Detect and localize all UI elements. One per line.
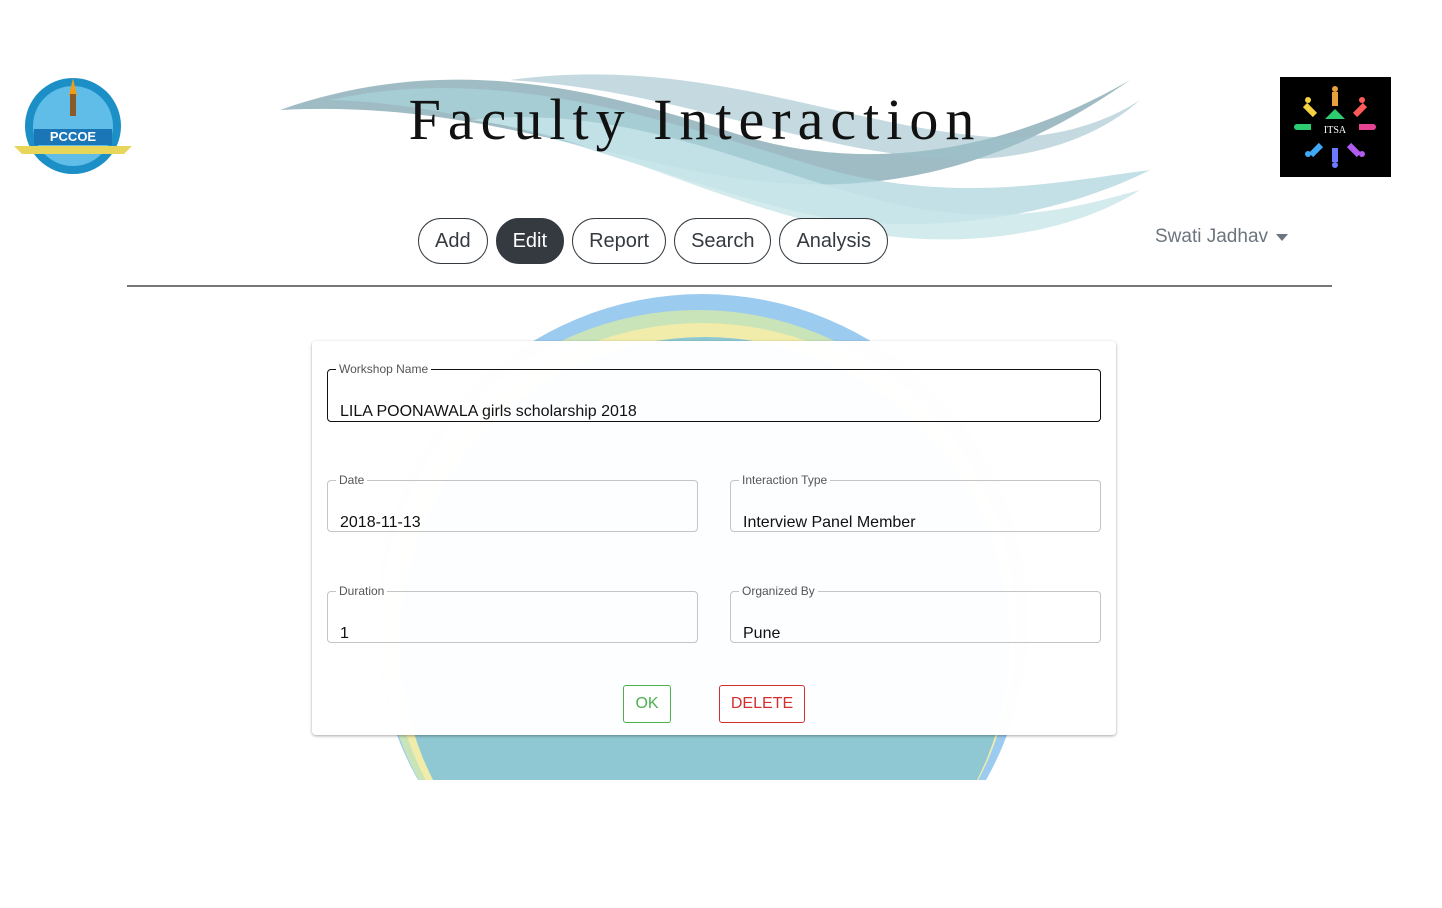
nav-add-button[interactable]: Add xyxy=(418,218,488,264)
duration-label: Duration xyxy=(339,584,385,598)
ok-button[interactable]: OK xyxy=(623,685,671,723)
organized-by-value: Pune xyxy=(743,625,781,642)
duration-field[interactable]: Duration 1 xyxy=(327,584,698,643)
date-field[interactable]: Date 2018-11-13 xyxy=(327,473,698,532)
workshop-name-label: Workshop Name xyxy=(339,362,429,376)
interaction-type-label: Interaction Type xyxy=(742,473,828,487)
main-nav: Add Edit Report Search Analysis xyxy=(418,218,888,264)
workshop-name-value: LILA POONAWALA girls scholarship 2018 xyxy=(340,403,637,420)
page-title: Faculty Interaction xyxy=(408,87,982,152)
date-label: Date xyxy=(339,473,365,487)
header-divider xyxy=(127,285,1332,287)
duration-value: 1 xyxy=(340,625,349,642)
nav-analysis-button[interactable]: Analysis xyxy=(779,218,888,264)
user-menu-dropdown[interactable]: Swati Jadhav xyxy=(1155,226,1289,248)
interaction-type-value: Interview Panel Member xyxy=(743,514,916,531)
workshop-name-field[interactable]: Workshop Name LILA POONAWALA girls schol… xyxy=(327,362,1101,422)
nav-report-button[interactable]: Report xyxy=(572,218,667,264)
organized-by-field[interactable]: Organized By Pune xyxy=(730,584,1101,643)
nav-edit-button[interactable]: Edit xyxy=(495,218,565,264)
organized-by-label: Organized By xyxy=(742,584,815,598)
nav-search-button[interactable]: Search xyxy=(674,218,772,264)
interaction-type-field[interactable]: Interaction Type Interview Panel Member xyxy=(730,473,1101,532)
date-value: 2018-11-13 xyxy=(340,514,421,531)
user-name: Swati Jadhav xyxy=(1155,226,1269,247)
background-fade xyxy=(0,780,1442,908)
delete-button[interactable]: DELETE xyxy=(719,685,805,723)
edit-form-card: Workshop Name LILA POONAWALA girls schol… xyxy=(312,341,1116,735)
caret-down-icon xyxy=(1276,233,1289,241)
